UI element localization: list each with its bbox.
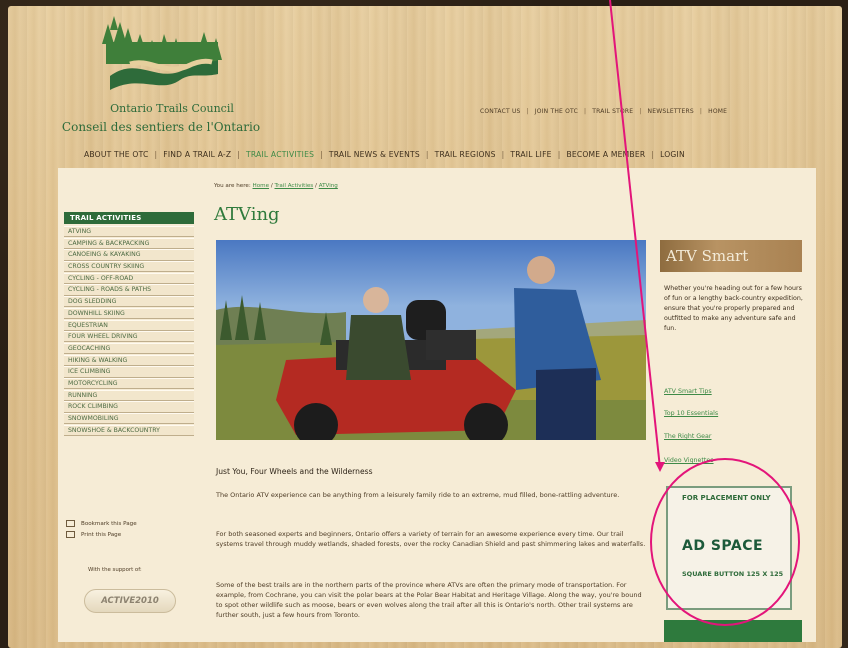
org-name-fr: Conseil des sentiers de l'Ontario: [61, 120, 261, 134]
nav-separator: |: [501, 150, 505, 159]
bookmark-icon: [66, 520, 75, 527]
sidebar-item-running[interactable]: RUNNING: [64, 389, 194, 401]
sidebar-item-snowmobiling[interactable]: SNOWMOBILING: [64, 413, 194, 425]
sidebar-item-rock-climbing[interactable]: ROCK CLIMBING: [64, 401, 194, 413]
nav-trail-regions[interactable]: TRAIL REGIONS: [435, 150, 496, 159]
page-tools: Bookmark this Page Print this Page: [66, 520, 137, 542]
sidebar-item-cycling-offroad[interactable]: CYCLING - OFF-ROAD: [64, 272, 194, 285]
utility-link-contact[interactable]: CONTACT US: [480, 108, 521, 115]
breadcrumb-current[interactable]: ATVing: [319, 183, 338, 189]
org-name: Ontario Trails Council: [110, 102, 234, 115]
sidebar-item-canoeing[interactable]: CANOEING & KAYAKING: [64, 249, 194, 261]
nav-find-trail[interactable]: FIND A TRAIL A-Z: [163, 150, 231, 159]
nav-separator: |: [320, 150, 323, 159]
bookmark-label: Bookmark this Page: [81, 520, 137, 527]
nav-trail-activities[interactable]: TRAIL ACTIVITIES: [246, 150, 314, 159]
sidebar-item-four-wheel-driving[interactable]: FOUR WHEEL DRIVING: [64, 331, 194, 343]
sidebar-heading[interactable]: TRAIL ACTIVITIES: [64, 212, 194, 224]
article-paragraph: Some of the best trails are in the north…: [216, 581, 642, 619]
sidebar-list: ATVING CAMPING & BACKPACKING CANOEING & …: [64, 226, 194, 436]
sidebar-item-snowshoe[interactable]: SNOWSHOE & BACKCOUNTRY: [64, 424, 194, 436]
print-label: Print this Page: [81, 531, 122, 538]
print-link[interactable]: Print this Page: [66, 531, 137, 538]
support-label: With the support of:: [88, 567, 142, 573]
hero-photo: [216, 240, 646, 440]
breadcrumb: You are here: Home / Trail Activities / …: [214, 183, 338, 189]
sidebar-item-downhill-skiing[interactable]: DOWNHILL SKIING: [64, 307, 194, 320]
main-nav: ABOUT THE OTC | FIND A TRAIL A-Z | TRAIL…: [84, 150, 685, 159]
sidebar-item-cycling-roads[interactable]: CYCLING - ROADS & PATHS: [64, 284, 194, 296]
annotation-circle: [650, 458, 800, 626]
utility-separator: |: [526, 108, 529, 115]
sidebar-item-motorcycling[interactable]: MOTORCYCLING: [64, 377, 194, 390]
atv-smart-tips-link[interactable]: ATV Smart Tips: [664, 388, 712, 395]
sidebar-item-dog-sledding[interactable]: DOG SLEDDING: [64, 296, 194, 308]
utility-link-home[interactable]: HOME: [708, 108, 727, 115]
nav-trail-life[interactable]: TRAIL LIFE: [510, 150, 551, 159]
active2010-logo[interactable]: ACTIVE2010: [84, 589, 176, 613]
article-paragraph: For both seasoned experts and beginners,…: [216, 530, 646, 548]
sidebar-item-camping[interactable]: CAMPING & BACKPACKING: [64, 237, 194, 249]
otc-logo[interactable]: [100, 14, 226, 94]
breadcrumb-separator: /: [315, 183, 317, 189]
utility-nav: CONTACT US | JOIN THE OTC | TRAIL STORE …: [480, 108, 727, 115]
sidebar-item-hiking[interactable]: HIKING & WALKING: [64, 354, 194, 366]
nav-separator: |: [651, 150, 655, 159]
sidebar-item-geocaching[interactable]: GEOCACHING: [64, 342, 194, 355]
page-title: ATVing: [214, 204, 280, 225]
nav-separator: |: [154, 150, 158, 159]
utility-link-store[interactable]: TRAIL STORE: [592, 108, 633, 115]
article-paragraph: The Ontario ATV experience can be anythi…: [216, 491, 620, 499]
sidebar-item-cross-country-skiing[interactable]: CROSS COUNTRY SKIING: [64, 261, 194, 273]
nav-separator: |: [425, 150, 429, 159]
right-gear-link[interactable]: The Right Gear: [664, 433, 712, 440]
atv-smart-text: Whether you're heading out for a few hou…: [664, 285, 803, 332]
breadcrumb-home[interactable]: Home: [253, 183, 270, 189]
bookmark-link[interactable]: Bookmark this Page: [66, 520, 137, 527]
sidebar-item-equestrian[interactable]: EQUESTRIAN: [64, 319, 194, 331]
nav-news-events[interactable]: TRAIL NEWS & EVENTS: [329, 150, 420, 159]
nav-login[interactable]: LOGIN: [660, 150, 685, 159]
nav-become-member[interactable]: BECOME A MEMBER: [566, 150, 645, 159]
top-10-essentials-link[interactable]: Top 10 Essentials: [664, 410, 718, 417]
sidebar-item-atving[interactable]: ATVING: [64, 226, 194, 238]
utility-separator: |: [639, 108, 642, 115]
nav-separator: |: [237, 150, 241, 159]
utility-separator: |: [583, 108, 587, 115]
breadcrumb-trail-activities[interactable]: Trail Activities: [275, 183, 314, 189]
print-icon: [66, 531, 75, 538]
nav-about[interactable]: ABOUT THE OTC: [84, 150, 149, 159]
utility-link-join[interactable]: JOIN THE OTC: [535, 108, 578, 115]
atv-smart-banner[interactable]: ATV Smart: [660, 240, 802, 272]
utility-link-newsletters[interactable]: NEWSLETTERS: [648, 108, 694, 115]
nav-separator: |: [557, 150, 561, 159]
breadcrumb-prefix: You are here:: [214, 183, 251, 189]
utility-separator: |: [699, 108, 703, 115]
breadcrumb-separator: /: [270, 183, 273, 189]
sidebar-item-ice-climbing[interactable]: ICE CLIMBING: [64, 366, 194, 378]
article-heading: Just You, Four Wheels and the Wilderness: [216, 467, 373, 476]
